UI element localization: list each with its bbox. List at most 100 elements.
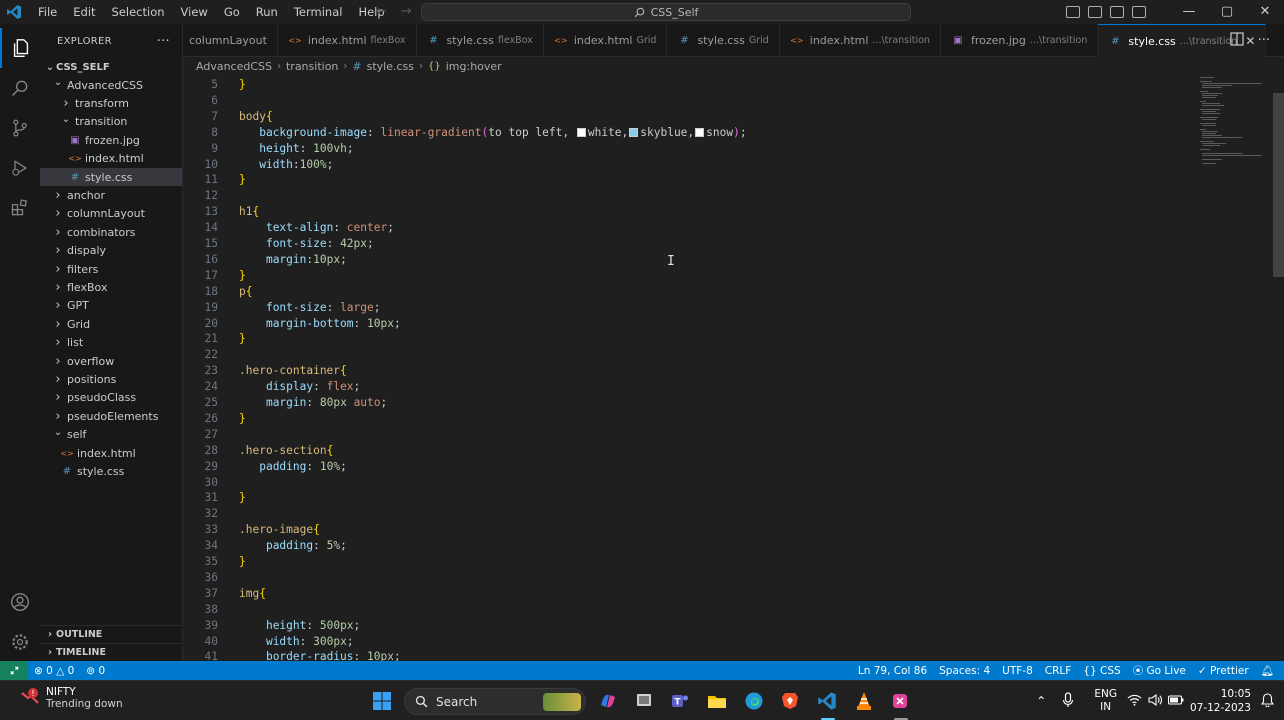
input-language[interactable]: ENG IN	[1094, 688, 1117, 714]
back-arrow-icon[interactable]: ←	[376, 0, 387, 24]
workspace-root[interactable]: ⌄ CSS_SELF	[40, 58, 182, 76]
menu-item-view[interactable]: View	[173, 0, 216, 24]
end-of-line[interactable]: CRLF	[1039, 665, 1078, 677]
editor-tab[interactable]: # style.css Grid	[667, 24, 780, 57]
tree-item[interactable]: › dispaly	[40, 242, 182, 260]
go-live-button[interactable]: ⦿ Go Live	[1127, 663, 1192, 678]
notification-center-icon[interactable]	[1260, 692, 1275, 710]
ports-indicator[interactable]: ⊚ 0	[80, 665, 111, 677]
split-editor-icon[interactable]	[1229, 31, 1244, 50]
tree-item[interactable]: ▣ frozen.jpg	[40, 131, 182, 149]
forward-arrow-icon[interactable]: →	[401, 0, 412, 24]
toggle-sidebar-icon[interactable]	[1066, 6, 1080, 18]
menu-item-terminal[interactable]: Terminal	[286, 0, 351, 24]
color-swatch[interactable]	[695, 127, 705, 137]
start-windows-icon[interactable]	[370, 689, 394, 713]
tree-item[interactable]: › flexBox	[40, 278, 182, 296]
tree-item[interactable]: › anchor	[40, 186, 182, 204]
battery-icon[interactable]	[1167, 694, 1184, 708]
task-view-icon[interactable]	[632, 689, 656, 713]
minimize-button[interactable]: —	[1170, 0, 1208, 24]
tree-item[interactable]: ⌄ transition	[40, 113, 182, 131]
accounts-icon[interactable]	[0, 582, 40, 622]
indentation[interactable]: Spaces: 4	[933, 665, 996, 677]
file-encoding[interactable]: UTF-8	[996, 665, 1039, 677]
explorer-icon[interactable]	[0, 28, 40, 68]
color-swatch[interactable]	[629, 127, 639, 137]
extensions-icon[interactable]	[0, 188, 40, 228]
tree-item[interactable]: › transform	[40, 94, 182, 112]
tree-item[interactable]: › combinators	[40, 223, 182, 241]
notifications-bell-icon[interactable]: 🔔︎	[1255, 664, 1284, 677]
editor-tab[interactable]: columnLayout	[183, 24, 278, 57]
tree-item[interactable]: › list	[40, 333, 182, 351]
breadcrumb-item[interactable]: img:hover	[446, 60, 502, 73]
teams-icon[interactable]: T	[668, 689, 692, 713]
breadcrumb-item[interactable]: style.css	[367, 60, 414, 73]
source-control-icon[interactable]	[0, 108, 40, 148]
vertical-scrollbar[interactable]	[1273, 93, 1284, 277]
chevron-up-icon[interactable]: ⌃	[1036, 694, 1046, 708]
menu-item-edit[interactable]: Edit	[65, 0, 103, 24]
menu-item-selection[interactable]: Selection	[104, 0, 173, 24]
copilot-icon[interactable]	[596, 689, 620, 713]
tree-item[interactable]: › pseudoClass	[40, 389, 182, 407]
close-window-button[interactable]: ✕	[1246, 0, 1284, 24]
vscode-taskbar-icon[interactable]	[815, 689, 839, 713]
remote-indicator-icon[interactable]	[0, 661, 28, 680]
tree-item[interactable]: # style.css	[40, 462, 182, 480]
brave-browser-icon[interactable]	[778, 689, 802, 713]
minimap[interactable]	[1194, 75, 1274, 195]
tree-item[interactable]: ⌄ AdvancedCSS	[40, 76, 182, 94]
menu-item-file[interactable]: File	[30, 0, 65, 24]
more-actions-icon[interactable]: ···	[157, 34, 170, 49]
toggle-panel-icon[interactable]	[1088, 6, 1102, 18]
wifi-icon[interactable]	[1127, 694, 1142, 709]
editor-tab[interactable]: <> index.html Grid	[544, 24, 668, 57]
more-actions-icon[interactable]: ···	[1258, 33, 1270, 48]
search-view-icon[interactable]	[0, 68, 40, 108]
cursor-position[interactable]: Ln 79, Col 86	[852, 665, 933, 677]
tree-item[interactable]: ⌄ self	[40, 425, 182, 443]
run-debug-icon[interactable]	[0, 148, 40, 188]
tree-item[interactable]: › positions	[40, 370, 182, 388]
settings-gear-icon[interactable]	[0, 622, 40, 662]
tree-item[interactable]: › GPT	[40, 297, 182, 315]
snipping-tool-icon[interactable]	[888, 689, 912, 713]
microphone-icon[interactable]	[1062, 691, 1074, 711]
tree-item[interactable]: › overflow	[40, 352, 182, 370]
language-mode[interactable]: {} CSS	[1077, 665, 1126, 677]
menu-item-go[interactable]: Go	[216, 0, 248, 24]
breadcrumb-item[interactable]: AdvancedCSS	[196, 60, 272, 73]
prettier-button[interactable]: ✓ Prettier	[1192, 665, 1255, 677]
tree-item[interactable]: <> index.html	[40, 150, 182, 168]
timeline-section[interactable]: › TIMELINE	[40, 643, 183, 661]
volume-icon[interactable]	[1148, 693, 1162, 709]
maximize-button[interactable]: ▢	[1208, 0, 1246, 24]
clock[interactable]: 10:05 07-12-2023	[1190, 687, 1251, 715]
file-explorer-icon[interactable]	[705, 689, 729, 713]
tree-item[interactable]: › filters	[40, 260, 182, 278]
edge-browser-icon[interactable]	[742, 689, 766, 713]
editor-tab[interactable]: <> index.html ...\transition	[780, 24, 941, 57]
widgets-button[interactable]: ! NIFTY Trending down	[20, 686, 123, 710]
menu-item-run[interactable]: Run	[248, 0, 286, 24]
tree-item[interactable]: › columnLayout	[40, 205, 182, 223]
code-editor[interactable]: 5} 6 7 body{8 background-image: linear-grad…	[183, 75, 1284, 661]
command-center[interactable]: CSS_Self	[421, 3, 911, 21]
editor-tab[interactable]: # style.css flexBox	[417, 24, 544, 57]
tree-item[interactable]: <> index.html	[40, 444, 182, 462]
outline-section[interactable]: › OUTLINE	[40, 625, 183, 643]
editor-tab[interactable]: <> index.html flexBox	[278, 24, 417, 57]
customize-layout-icon[interactable]	[1132, 6, 1146, 18]
tree-item[interactable]: › pseudoElements	[40, 407, 182, 425]
tree-item[interactable]: › Grid	[40, 315, 182, 333]
problems-indicator[interactable]: ⊗ 0 △ 0	[28, 665, 80, 677]
taskbar-search-box[interactable]: Search	[404, 688, 586, 715]
tree-item[interactable]: # style.css	[40, 167, 182, 187]
color-swatch[interactable]	[576, 127, 586, 137]
vlc-player-icon[interactable]	[852, 689, 876, 713]
editor-tab[interactable]: ▣ frozen.jpg ...\transition	[941, 24, 1099, 57]
toggle-secondary-sidebar-icon[interactable]	[1110, 6, 1124, 18]
breadcrumb-item[interactable]: transition	[286, 60, 338, 73]
